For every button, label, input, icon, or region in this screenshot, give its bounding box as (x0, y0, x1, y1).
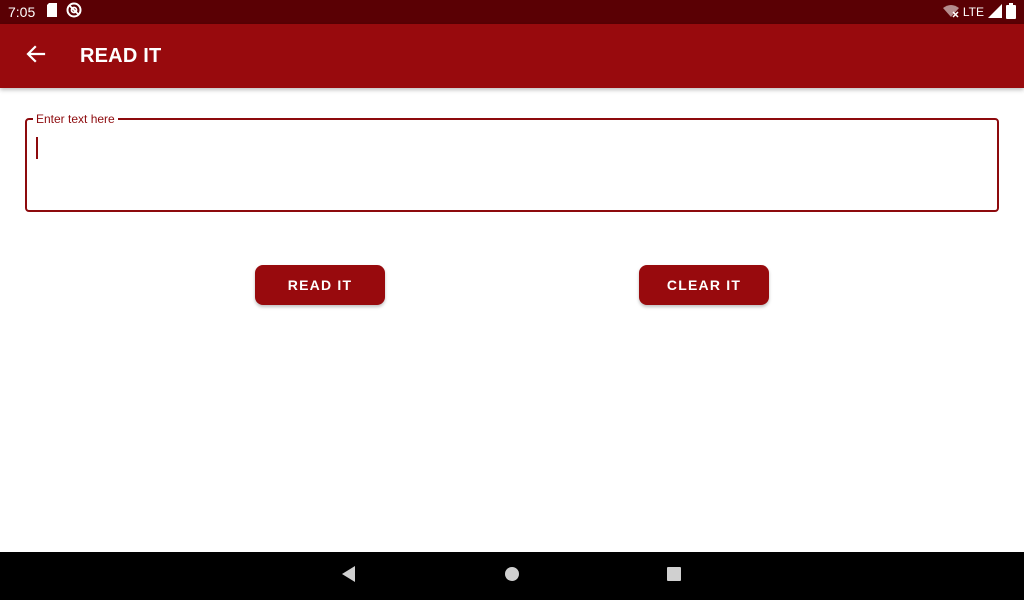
text-input[interactable] (35, 128, 985, 200)
text-input-field[interactable]: Enter text here (25, 112, 999, 212)
status-time: 7:05 (8, 4, 36, 20)
recents-square-icon (666, 566, 682, 587)
sd-card-icon (46, 2, 58, 22)
nav-back-button[interactable] (337, 564, 361, 588)
battery-icon (1006, 2, 1016, 22)
cell-signal-icon (988, 3, 1002, 21)
text-input-label: Enter text here (33, 112, 118, 126)
network-label: LTE (962, 5, 984, 19)
system-nav-bar (0, 552, 1024, 600)
status-bar: 7:05 LTE (0, 0, 1024, 24)
clear-it-button[interactable]: CLEAR IT (639, 265, 769, 305)
wifi-off-icon (942, 4, 959, 21)
read-it-button[interactable]: READ IT (255, 265, 385, 305)
app-bar: READ IT (0, 24, 1024, 88)
home-circle-icon (504, 566, 520, 587)
text-cursor (36, 137, 38, 159)
nav-recents-button[interactable] (662, 564, 686, 588)
nav-home-button[interactable] (500, 564, 524, 588)
back-triangle-icon (341, 565, 357, 587)
page-title: READ IT (80, 45, 162, 67)
sync-circle-icon (66, 2, 82, 23)
status-right: LTE (942, 2, 1016, 22)
status-left-icons (46, 2, 82, 23)
arrow-back-icon (26, 44, 46, 69)
back-button[interactable] (20, 40, 52, 72)
